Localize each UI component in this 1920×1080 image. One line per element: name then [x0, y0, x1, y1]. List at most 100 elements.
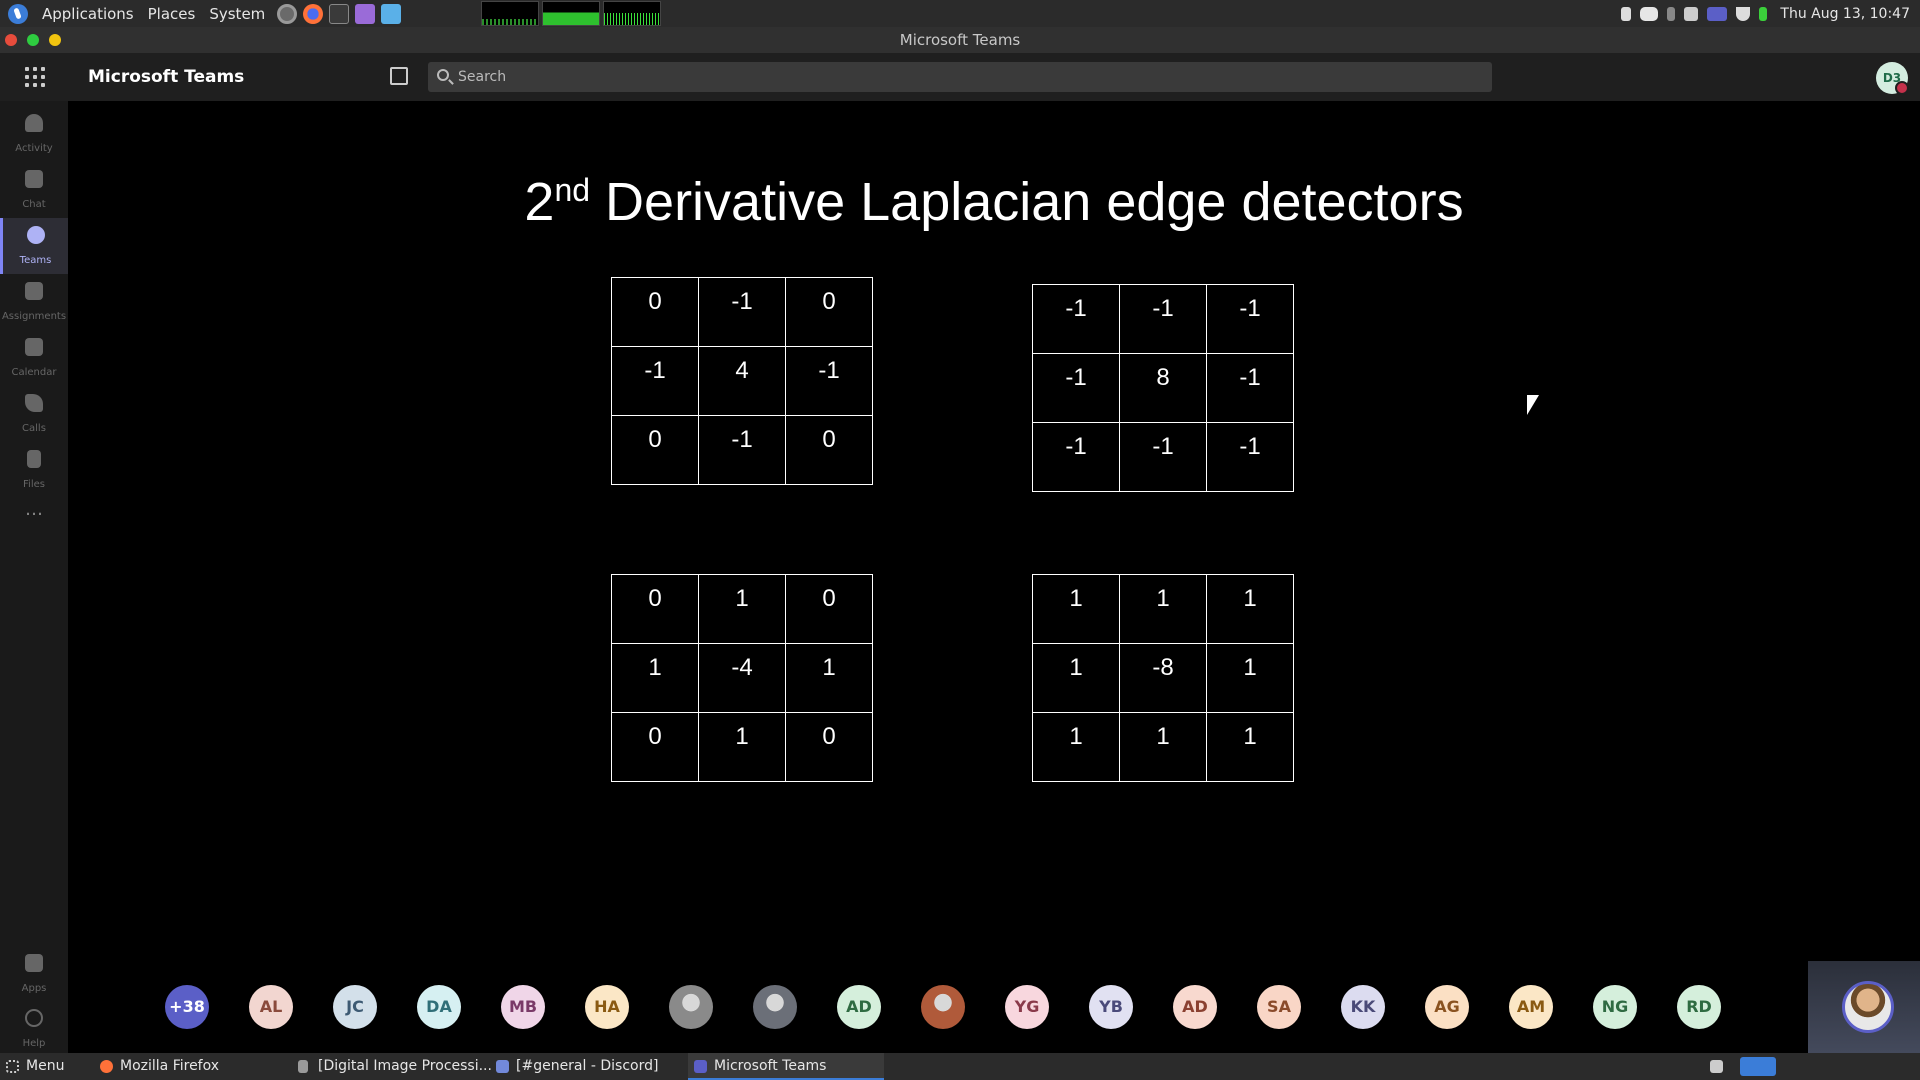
- taskbar-item-firefox[interactable]: Mozilla Firefox: [94, 1053, 284, 1080]
- task-label: [Digital Image Processi...: [318, 1058, 492, 1074]
- kernel-matrix-3: 010 1 -4 1 010: [611, 574, 873, 782]
- text-editor-launcher-icon[interactable]: [381, 3, 402, 24]
- workspace-switcher[interactable]: [1740, 1057, 1776, 1076]
- participant-photo-avatar[interactable]: [921, 985, 965, 1029]
- kernel-cell: -8: [1119, 643, 1207, 713]
- kernel-cell: 0: [785, 712, 873, 782]
- window-titlebar[interactable]: Microsoft Teams: [0, 27, 1920, 53]
- new-chat-compose-icon[interactable]: [390, 67, 408, 85]
- kernel-cell: 1: [611, 643, 699, 713]
- battery-icon[interactable]: [1759, 6, 1768, 21]
- file-icon: [27, 450, 41, 468]
- kernel-cell: -1: [1032, 353, 1120, 423]
- kernel-cell: -1: [1032, 284, 1120, 354]
- participant-avatar[interactable]: JC: [333, 985, 377, 1029]
- menu-system[interactable]: System: [209, 5, 265, 23]
- left-app-rail: Activity Chat Teams Assignments Calendar…: [0, 101, 68, 1053]
- taskbar-item-discord[interactable]: [#general - Discord]: [490, 1053, 686, 1080]
- start-menu-button[interactable]: Menu: [0, 1053, 80, 1080]
- rail-label: Calls: [22, 423, 46, 434]
- terminal-launcher-icon[interactable]: [329, 3, 350, 24]
- rail-label: Apps: [21, 983, 47, 994]
- notes-launcher-icon[interactable]: [355, 3, 376, 24]
- phone-icon: [25, 394, 43, 412]
- participant-avatar[interactable]: DA: [417, 985, 461, 1029]
- search-box[interactable]: [428, 62, 1492, 92]
- rail-label: Assignments: [1, 311, 67, 322]
- participant-photo-avatar[interactable]: [669, 985, 713, 1029]
- participant-avatar[interactable]: AD: [837, 985, 881, 1029]
- discord-icon: [496, 1060, 509, 1073]
- task-label: Microsoft Teams: [714, 1058, 827, 1074]
- kernel-cell: 1: [1032, 574, 1120, 644]
- volume-icon[interactable]: [1684, 6, 1699, 21]
- participant-avatar[interactable]: KK: [1341, 985, 1385, 1029]
- system-top-panel: Applications Places System Thu Aug 13, 1…: [0, 0, 1920, 27]
- rail-item-calls[interactable]: Calls: [0, 386, 68, 442]
- firefox-launcher-icon[interactable]: [303, 3, 324, 24]
- kernel-cell: 1: [1119, 574, 1207, 644]
- kernel-cell: 0: [611, 277, 699, 347]
- more-icon: …: [25, 499, 43, 520]
- discord-tray-icon[interactable]: [1640, 6, 1659, 21]
- participant-avatar[interactable]: MB: [501, 985, 545, 1029]
- chromium-launcher-icon[interactable]: [277, 3, 298, 24]
- rail-item-teams[interactable]: Teams: [0, 218, 68, 274]
- participant-avatar[interactable]: AG: [1425, 985, 1469, 1029]
- presenter-photo-avatar: [1842, 981, 1894, 1033]
- shared-screen-stage[interactable]: 2nd Derivative Laplacian edge detectors …: [68, 101, 1920, 961]
- participant-avatar[interactable]: AD: [1173, 985, 1217, 1029]
- kernel-cell: -1: [698, 415, 786, 485]
- taskbar-item-teams[interactable]: Microsoft Teams: [688, 1053, 884, 1080]
- kernel-cell: -1: [785, 346, 873, 416]
- kernel-cell: -1: [1206, 422, 1294, 492]
- app-launcher-icon[interactable]: [25, 67, 45, 87]
- os-logo-icon[interactable]: [8, 3, 28, 24]
- kernel-cell: 0: [611, 574, 699, 644]
- profile-avatar[interactable]: D3: [1876, 62, 1909, 95]
- firefox-icon: [100, 1060, 113, 1073]
- teams-header: Microsoft Teams D3: [0, 53, 1920, 101]
- rail-item-chat[interactable]: Chat: [0, 162, 68, 218]
- taskbar-item-document[interactable]: [Digital Image Processi...: [292, 1053, 492, 1080]
- participant-avatar[interactable]: RD: [1677, 985, 1721, 1029]
- search-icon: [437, 69, 449, 81]
- presenter-video-tile[interactable]: [1808, 961, 1920, 1053]
- participant-avatar[interactable]: YG: [1005, 985, 1049, 1029]
- teams-icon: [694, 1060, 707, 1073]
- menu-applications[interactable]: Applications: [42, 5, 134, 23]
- chat-icon: [25, 170, 43, 188]
- wifi-icon[interactable]: [1736, 6, 1751, 21]
- rail-item-files[interactable]: Files: [0, 442, 68, 498]
- bluetooth-icon[interactable]: [1621, 6, 1632, 21]
- kernel-cell: 0: [785, 277, 873, 347]
- participant-photo-avatar[interactable]: [753, 985, 797, 1029]
- rail-item-calendar[interactable]: Calendar: [0, 330, 68, 386]
- menu-label: Menu: [26, 1058, 65, 1074]
- rail-label: Teams: [19, 255, 52, 266]
- rail-item-assignments[interactable]: Assignments: [0, 274, 68, 330]
- participant-avatar[interactable]: AL: [249, 985, 293, 1029]
- participant-avatar[interactable]: HA: [585, 985, 629, 1029]
- participant-avatar[interactable]: YB: [1089, 985, 1133, 1029]
- microphone-icon[interactable]: [1667, 6, 1676, 21]
- kernel-cell: 8: [1119, 353, 1207, 423]
- kernel-cell: 1: [1032, 643, 1120, 713]
- calendar-icon: [25, 338, 43, 356]
- presenter-cursor-icon: [1527, 395, 1539, 415]
- overflow-participants-count[interactable]: +38: [165, 985, 209, 1029]
- rail-item-more[interactable]: …: [0, 498, 68, 530]
- rail-item-help[interactable]: Help: [0, 1001, 68, 1057]
- menu-places[interactable]: Places: [148, 5, 196, 23]
- kernel-cell: 0: [785, 574, 873, 644]
- participant-avatar[interactable]: SA: [1257, 985, 1301, 1029]
- participant-avatar[interactable]: NG: [1593, 985, 1637, 1029]
- rail-item-apps[interactable]: Apps: [0, 946, 68, 1002]
- clock[interactable]: Thu Aug 13, 10:47: [1780, 6, 1910, 22]
- workspace-icon[interactable]: [1710, 1060, 1723, 1073]
- search-input[interactable]: [458, 62, 1478, 92]
- kernel-cell: 4: [698, 346, 786, 416]
- rail-item-activity[interactable]: Activity: [0, 106, 68, 162]
- participant-avatar[interactable]: AM: [1509, 985, 1553, 1029]
- teams-tray-icon[interactable]: [1707, 6, 1728, 21]
